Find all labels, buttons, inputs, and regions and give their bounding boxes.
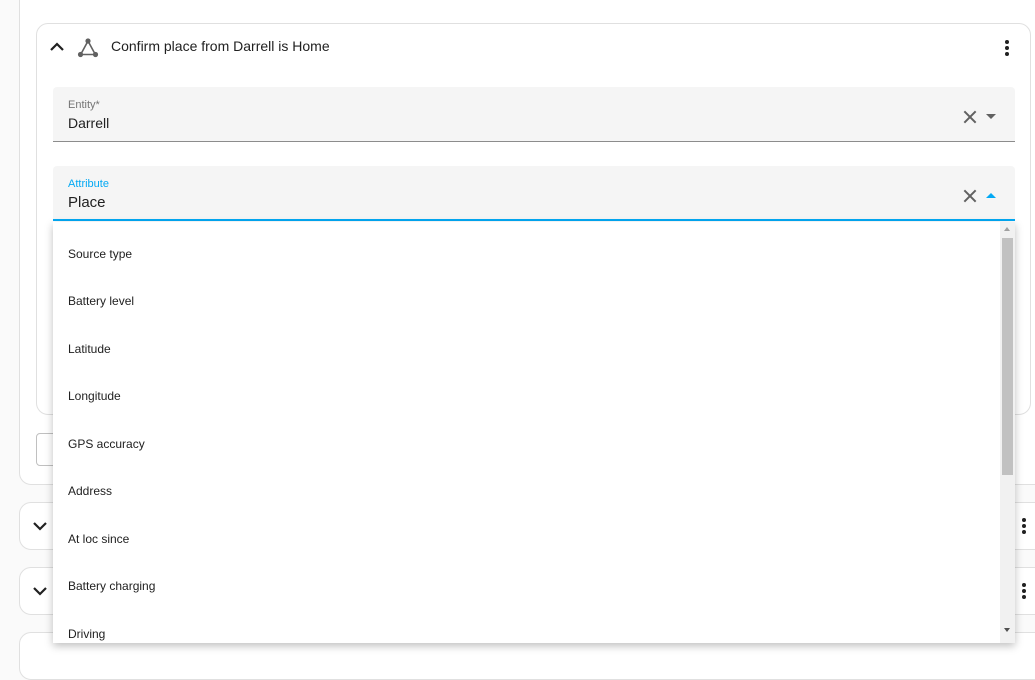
scroll-up-arrow-icon[interactable] [1004,227,1010,231]
entity-clear-icon[interactable] [963,110,977,124]
list-item[interactable]: Latitude [68,342,111,356]
list-item[interactable]: At loc since [68,532,129,546]
scrollbar[interactable] [1000,222,1015,643]
attribute-field-label: Attribute [68,178,109,190]
attribute-dropdown-arrow-icon[interactable] [986,193,996,198]
list-item[interactable]: Address [68,484,112,498]
expand-chevron-icon[interactable] [33,519,47,533]
list-item[interactable]: Driving [68,627,105,641]
list-item[interactable]: Longitude [68,389,121,403]
list-item[interactable]: GPS accuracy [68,437,145,451]
action-title: Confirm place from Darrell is Home [111,38,330,54]
list-item[interactable]: Source type [68,247,132,261]
entity-field[interactable]: Entity* Darrell [53,87,1015,142]
list-item[interactable]: Battery level [68,294,134,308]
entity-field-value: Darrell [68,115,110,131]
expand-chevron-icon[interactable] [33,584,47,598]
scroll-down-arrow-icon[interactable] [1004,628,1010,632]
collapse-chevron-icon[interactable] [50,40,64,54]
card-menu-icon[interactable] [1022,518,1026,536]
entity-dropdown-arrow-icon[interactable] [986,114,996,119]
attribute-options-list[interactable]: Source type Battery level Latitude Longi… [53,222,1015,643]
list-item[interactable]: Battery charging [68,579,155,593]
entity-field-label: Entity* [68,99,100,111]
scrollbar-thumb[interactable] [1002,238,1013,475]
card-menu-icon[interactable] [1022,583,1026,601]
attribute-field[interactable]: Attribute Place [53,166,1015,221]
attribute-field-value: Place [68,194,106,211]
graph-icon [77,37,99,59]
action-menu-icon[interactable] [1005,40,1009,58]
attribute-clear-icon[interactable] [963,189,977,203]
